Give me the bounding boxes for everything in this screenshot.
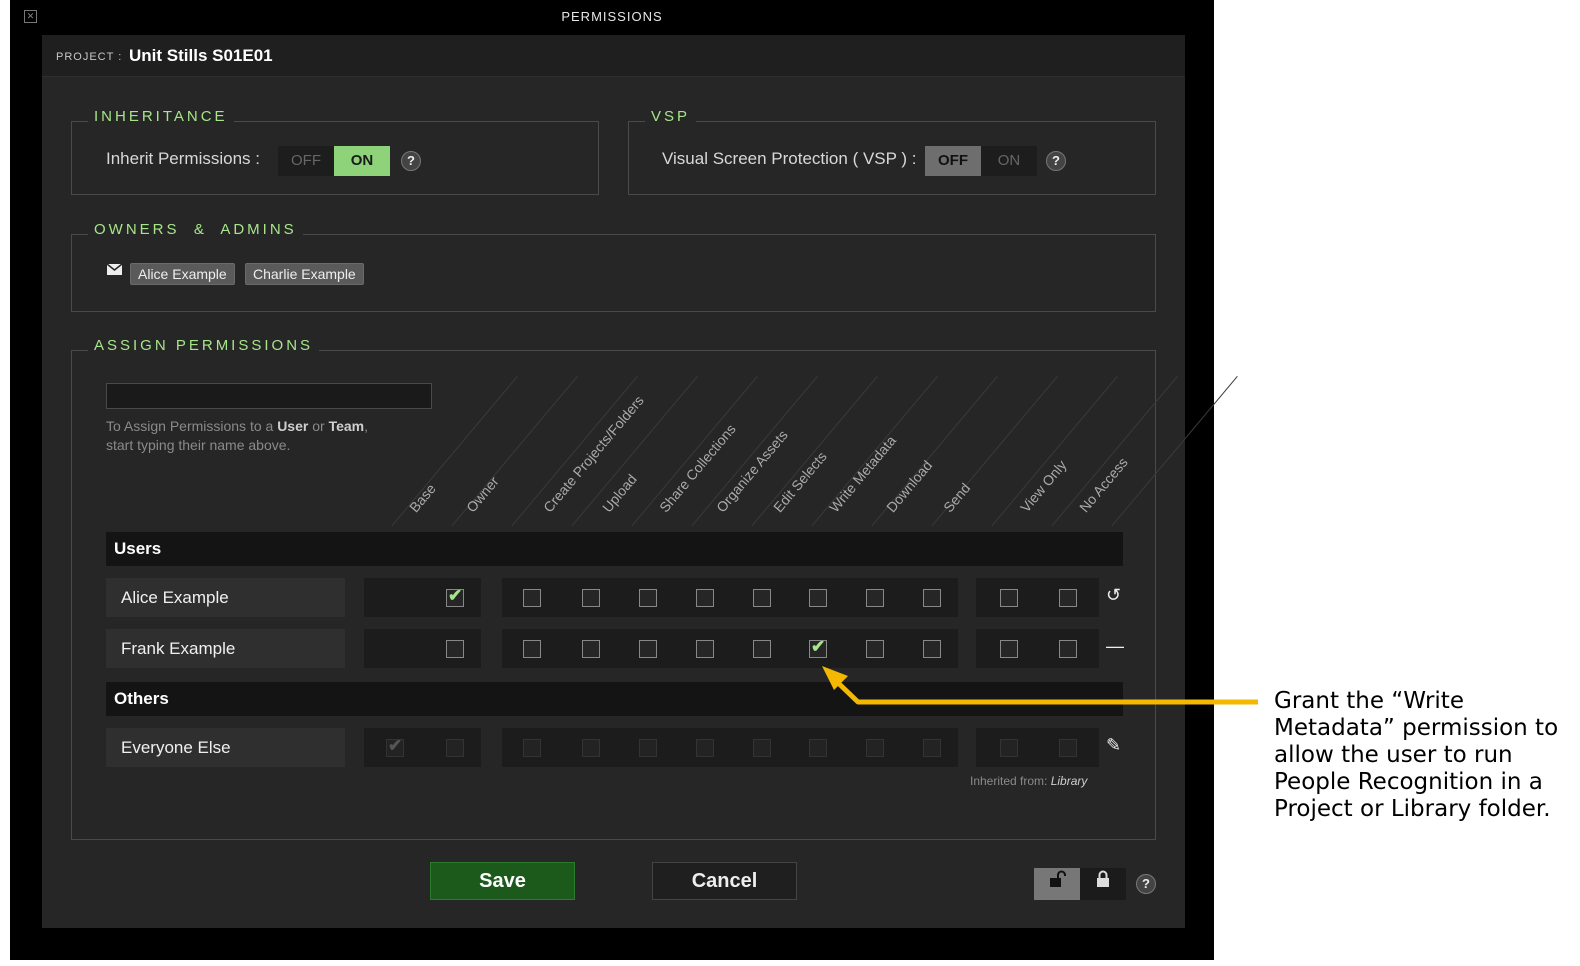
callout-text: Grant the “Write Metadata” permission to… [1274,688,1559,822]
